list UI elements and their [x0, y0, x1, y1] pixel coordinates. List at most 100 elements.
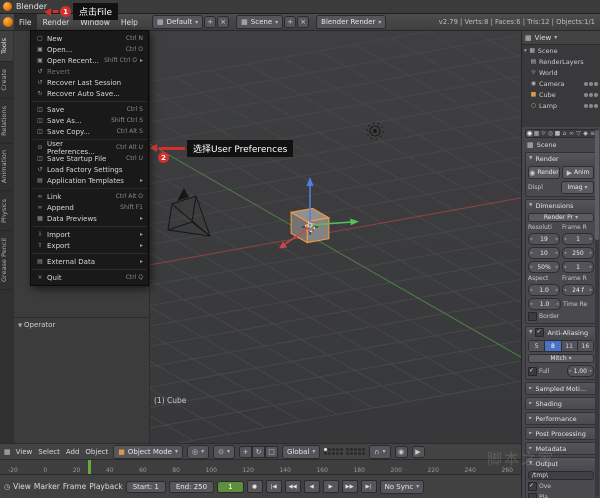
- tab-tools[interactable]: Tools: [0, 31, 13, 62]
- frame-start-field[interactable]: 1: [562, 233, 594, 245]
- tab-data-icon[interactable]: ▽: [575, 130, 582, 137]
- tab-material-icon[interactable]: ◆: [582, 130, 589, 137]
- timeline-frame-menu[interactable]: Frame: [63, 482, 86, 491]
- menu-item-save[interactable]: ◫ Save Ctrl S: [31, 104, 148, 115]
- menu-item-export[interactable]: ⇧ Export ▸: [31, 240, 148, 251]
- translate-manipulator-button[interactable]: +: [239, 446, 252, 458]
- expand-arrow-icon[interactable]: ▾: [524, 48, 527, 54]
- auto-keyframe-button[interactable]: ●: [247, 480, 263, 493]
- post-processing-header[interactable]: Post Processing: [526, 428, 596, 439]
- select-menu[interactable]: Select: [37, 448, 61, 456]
- timeline-marker-menu[interactable]: Marker: [34, 482, 60, 491]
- end-frame-field[interactable]: End: 250: [169, 481, 214, 493]
- visibility-toggles[interactable]: [584, 93, 598, 97]
- resolution-x-field[interactable]: 19: [528, 233, 560, 245]
- tab-object-icon[interactable]: ■: [554, 130, 561, 137]
- menu-item-open-recent[interactable]: ▣ Open Recent... Shift Ctrl O ▸: [31, 55, 148, 66]
- aa-samples-16-button[interactable]: 16: [578, 340, 594, 352]
- menu-item-user-preferences[interactable]: ⊙ User Preferences... Ctrl Alt U: [31, 142, 148, 153]
- menu-item-quit[interactable]: × Quit Ctrl Q: [31, 272, 148, 283]
- render-opengl-anim-button[interactable]: ▶: [412, 446, 425, 458]
- menu-help[interactable]: Help: [116, 14, 143, 30]
- menu-item-save-startup-file[interactable]: ◫ Save Startup File Ctrl U: [31, 153, 148, 164]
- frame-end-field[interactable]: 250: [562, 247, 594, 259]
- tab-constraints-icon[interactable]: ⌂: [561, 130, 568, 137]
- aa-size-field[interactable]: 1.00: [567, 365, 595, 377]
- shading-header[interactable]: Shading: [526, 398, 596, 409]
- outliner-item-label[interactable]: Lamp: [539, 102, 557, 110]
- viewport-3d[interactable]: (1) Cube: [150, 31, 521, 443]
- menu-item-revert[interactable]: ↺ Revert: [31, 66, 148, 77]
- menu-item-application-templates[interactable]: ▤ Application Templates ▸: [31, 175, 148, 186]
- tab-create[interactable]: Create: [0, 62, 13, 99]
- aa-samples-5-button[interactable]: 5: [528, 340, 545, 352]
- outliner-row-world[interactable]: ☼ World: [522, 67, 600, 78]
- timeline-view-menu[interactable]: View: [13, 482, 31, 491]
- outliner-item-label[interactable]: Scene: [538, 47, 558, 55]
- menu-item-open[interactable]: ▣ Open... Ctrl O: [31, 44, 148, 55]
- render-preset-selector[interactable]: Render Pr ▾: [528, 213, 594, 222]
- menu-item-data-previews[interactable]: ▦ Data Previews ▸: [31, 213, 148, 224]
- overwrite-checkbox[interactable]: [528, 482, 537, 491]
- add-scene-button[interactable]: +: [284, 16, 296, 28]
- properties-scrollbar-thumb[interactable]: [595, 130, 599, 240]
- visibility-toggles[interactable]: [584, 82, 598, 86]
- tab-scene-icon[interactable]: ☼: [540, 130, 547, 137]
- outliner-row-lamp[interactable]: ○ Lamp: [522, 100, 600, 111]
- outliner-item-label[interactable]: World: [539, 69, 558, 77]
- operator-panel-header[interactable]: Operator: [14, 317, 149, 332]
- fps-selector[interactable]: 24 f: [562, 284, 594, 296]
- viewport-scene[interactable]: [150, 31, 521, 443]
- antialiasing-panel-header[interactable]: Anti-Aliasing: [526, 327, 596, 338]
- aa-samples-11-button[interactable]: 11: [562, 340, 578, 352]
- tab-grease-pencil[interactable]: Grease Pencil: [0, 231, 13, 290]
- add-menu[interactable]: Add: [65, 448, 81, 456]
- next-keyframe-button[interactable]: ▶▶: [342, 480, 358, 493]
- menu-item-new[interactable]: ▢ New Ctrl N: [31, 33, 148, 44]
- menu-item-save-copy[interactable]: ◫ Save Copy... Ctrl Alt S: [31, 126, 148, 137]
- dimensions-panel-header[interactable]: Dimensions: [526, 200, 596, 211]
- close-layout-button[interactable]: ×: [217, 16, 229, 28]
- scene-selector[interactable]: ▦ Scene ▾: [236, 15, 283, 29]
- timeline-playback-menu[interactable]: Playback: [89, 482, 122, 491]
- snap-selector[interactable]: ∩ ▾: [369, 445, 390, 459]
- display-mode-selector[interactable]: Imag ▾: [561, 181, 594, 194]
- menu-file[interactable]: File: [14, 14, 37, 30]
- editor-type-timeline-icon[interactable]: ◷: [4, 483, 10, 491]
- placeholders-checkbox[interactable]: [528, 493, 537, 498]
- performance-header[interactable]: Performance: [526, 413, 596, 424]
- outliner-row-renderlayers[interactable]: ▤ RenderLayers: [522, 56, 600, 67]
- visibility-toggles[interactable]: [584, 104, 598, 108]
- current-frame-field[interactable]: 1: [217, 481, 243, 493]
- sampled-motion-header[interactable]: Sampled Moti...: [526, 383, 596, 394]
- menu-item-save-as[interactable]: ◫ Save As... Shift Ctrl S: [31, 115, 148, 126]
- render-opengl-button[interactable]: ◉: [395, 446, 408, 458]
- timeline-ruler[interactable]: -20 0 20 40 60 80 100 120 140 160 180 20…: [0, 459, 521, 474]
- outliner-item-label[interactable]: Cube: [539, 91, 556, 99]
- tab-render-icon[interactable]: ◉: [526, 130, 533, 137]
- jump-to-end-button[interactable]: ▶|: [361, 480, 377, 493]
- editor-type-outliner-icon[interactable]: ▦: [525, 34, 532, 42]
- play-button[interactable]: ▶: [323, 480, 339, 493]
- menu-item-recover-auto-save[interactable]: ↻ Recover Auto Save...: [31, 88, 148, 99]
- previous-keyframe-button[interactable]: ◀◀: [285, 480, 301, 493]
- tab-render-layers-icon[interactable]: ▦: [533, 130, 540, 137]
- menu-item-load-factory-settings[interactable]: ↺ Load Factory Settings: [31, 164, 148, 175]
- menu-item-import[interactable]: ⇩ Import ▸: [31, 229, 148, 240]
- menu-item-external-data[interactable]: ▤ External Data ▸: [31, 256, 148, 267]
- outliner-item-label[interactable]: RenderLayers: [539, 58, 584, 66]
- rotate-manipulator-button[interactable]: ↻: [252, 446, 265, 458]
- sync-mode-selector[interactable]: No Sync ▾: [380, 480, 425, 494]
- outliner-row-scene[interactable]: ▾ ▦ Scene: [522, 45, 600, 56]
- antialiasing-checkbox[interactable]: [535, 328, 544, 337]
- object-menu[interactable]: Object: [84, 448, 109, 456]
- mode-selector[interactable]: ■ Object Mode ▾: [113, 445, 183, 459]
- layer-toggles[interactable]: [324, 448, 365, 455]
- editor-type-3d-icon[interactable]: ▦: [4, 448, 11, 456]
- menu-item-link[interactable]: ∞ Link Ctrl Alt O: [31, 191, 148, 202]
- tab-animation[interactable]: Animation: [0, 143, 13, 191]
- lamp-object[interactable]: [367, 123, 383, 139]
- tab-physics[interactable]: Physics: [0, 192, 13, 231]
- resolution-y-field[interactable]: 10: [528, 247, 560, 259]
- close-scene-button[interactable]: ×: [297, 16, 309, 28]
